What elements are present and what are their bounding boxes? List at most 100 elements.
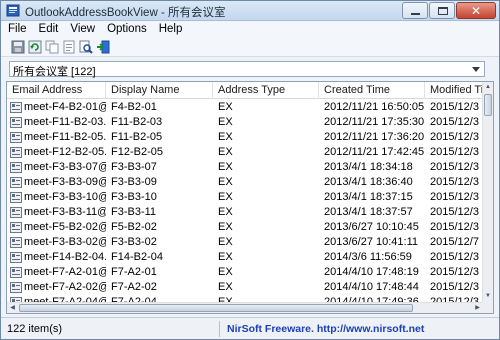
minimize-button[interactable] (402, 2, 428, 19)
table-row[interactable]: meet-F11-B2-03... F11-B2-03 EX 2012/11/21 1… (7, 115, 483, 130)
cell-address-type: EX (213, 220, 319, 235)
cell-address-type: EX (213, 190, 319, 205)
cell-address-type: EX (213, 145, 319, 160)
table-row[interactable]: meet-F3-B3-10@... F3-B3-10 EX 2013/4/1 18:3… (7, 190, 483, 205)
cell-text: EX (218, 101, 233, 113)
menu-help[interactable]: Help (152, 22, 188, 38)
cell-address-type: EX (213, 130, 319, 145)
vertical-scrollbar[interactable]: ▲ ▼ (482, 82, 493, 302)
table-row[interactable]: meet-F5-B2-02@... F5-B2-02 EX 2013/6/27 10:… (7, 220, 483, 235)
cell-modified-time: 2015/12/3 14:5 (425, 250, 483, 265)
cell-created-time: 2013/4/1 18:36:40 (319, 175, 425, 190)
contact-card-icon (10, 102, 22, 113)
cell-text: EX (218, 176, 233, 188)
column-header-display-name[interactable]: Display Name (106, 82, 213, 99)
table-header: Email Address Display Name Address Type … (7, 82, 483, 99)
vertical-scroll-thumb[interactable] (484, 94, 492, 116)
properties-icon[interactable] (61, 40, 77, 55)
cell-display-name: F3-B3-07 (106, 160, 213, 175)
cell-text: F11-B2-05 (111, 131, 163, 143)
cell-created-time: 2012/11/21 17:42:45 (319, 145, 425, 160)
refresh-icon[interactable] (27, 40, 43, 55)
cell-created-time: 2013/4/1 18:34:18 (319, 160, 425, 175)
table-row[interactable]: meet-F11-B2-05... F11-B2-05 EX 2012/11/21 1… (7, 130, 483, 145)
column-header-email[interactable]: Email Address (7, 82, 106, 99)
scrollbar-corner (482, 302, 493, 313)
horizontal-scroll-thumb[interactable] (19, 304, 413, 312)
cell-email: meet-F14-B2-04... (7, 250, 106, 265)
table-row[interactable]: meet-F3-B3-02@... F3-B3-02 EX 2013/6/27 10:… (7, 235, 483, 250)
cell-text: meet-F3-B3-07@... (24, 161, 106, 173)
cell-address-type: EX (213, 265, 319, 280)
table-row[interactable]: meet-F3-B3-07@... F3-B3-07 EX 2013/4/1 18:3… (7, 160, 483, 175)
table-row[interactable]: meet-F3-B3-11@... F3-B3-11 EX 2013/4/1 18:3… (7, 205, 483, 220)
table-row[interactable]: meet-F14-B2-04... F14-B2-04 EX 2014/3/6 11:… (7, 250, 483, 265)
address-book-app-icon (6, 4, 20, 17)
cell-text: 2015/12/3 14:5 (430, 161, 483, 173)
cell-text: EX (218, 206, 233, 218)
cell-email: meet-F3-B3-10@... (7, 190, 106, 205)
table-row[interactable]: meet-F3-B3-09@... F3-B3-09 EX 2013/4/1 18:3… (7, 175, 483, 190)
cell-text: 2015/12/3 14:5 (430, 191, 483, 203)
address-list-view[interactable]: Email Address Display Name Address Type … (6, 81, 494, 314)
column-header-modified-time[interactable]: Modified Tim (425, 82, 483, 99)
cell-text: F11-B2-03 (111, 116, 163, 128)
column-header-address-type[interactable]: Address Type (213, 82, 319, 99)
cell-text: EX (218, 266, 233, 278)
copy-icon[interactable] (44, 40, 60, 55)
menu-view[interactable]: View (63, 22, 100, 38)
maximize-button[interactable] (429, 2, 455, 19)
cell-text: 2013/6/27 10:41:11 (324, 236, 418, 248)
cell-address-type: EX (213, 100, 319, 115)
table-row[interactable]: meet-F12-B2-05... F12-B2-05 EX 2012/11/21 1… (7, 145, 483, 160)
cell-text: meet-F3-B3-02@... (24, 236, 106, 248)
address-book-selected-value: 所有会议室 [122] (13, 66, 96, 78)
cell-text: 2015/12/3 14:5 (430, 221, 483, 233)
scroll-left-icon[interactable]: ◀ (7, 303, 18, 313)
cell-display-name: F3-B3-02 (106, 235, 213, 250)
cell-text: F4-B2-01 (111, 101, 157, 113)
cell-email: meet-F5-B2-02@... (7, 220, 106, 235)
cell-text: F3-B3-11 (111, 206, 157, 218)
contact-card-icon (10, 252, 22, 263)
title-bar[interactable]: OutlookAddressBookView - 所有会议室 ✕ (1, 1, 499, 21)
find-icon[interactable] (78, 40, 94, 55)
scroll-down-icon[interactable]: ▼ (483, 291, 493, 302)
window-title: OutlookAddressBookView - 所有会议室 (25, 7, 226, 19)
cell-text: meet-F3-B3-10@... (24, 191, 106, 203)
menu-edit[interactable]: Edit (32, 22, 64, 38)
cell-address-type: EX (213, 280, 319, 295)
save-icon[interactable] (10, 40, 26, 55)
cell-text: meet-F14-B2-04... (24, 251, 106, 263)
contact-card-icon (10, 192, 22, 203)
menu-options[interactable]: Options (100, 22, 152, 38)
cell-display-name: F14-B2-04 (106, 250, 213, 265)
chevron-down-icon[interactable] (468, 62, 484, 76)
cell-email: meet-F3-B3-09@... (7, 175, 106, 190)
minimize-icon (411, 13, 420, 15)
address-book-dropdown[interactable]: 所有会议室 [122] (9, 61, 485, 78)
table-row[interactable]: meet-F7-A2-02@... F7-A2-02 EX 2014/4/10 17:… (7, 280, 483, 295)
window-controls: ✕ (401, 2, 496, 19)
horizontal-scrollbar[interactable]: ◀ ▶ (7, 302, 483, 313)
cell-text: meet-F7-A2-02@... (24, 281, 106, 293)
cell-email: meet-F12-B2-05... (7, 145, 106, 160)
cell-display-name: F5-B2-02 (106, 220, 213, 235)
column-header-created-time[interactable]: Created Time (319, 82, 425, 99)
cell-modified-time: 2015/12/3 14:5 (425, 175, 483, 190)
table-row[interactable]: meet-F4-B2-01@... F4-B2-01 EX 2012/11/21 16… (7, 100, 483, 115)
cell-created-time: 2013/4/1 18:37:57 (319, 205, 425, 220)
cell-text: EX (218, 146, 233, 158)
cell-email: meet-F7-A2-01@... (7, 265, 106, 280)
close-button[interactable]: ✕ (456, 2, 496, 19)
nirsoft-link[interactable]: NirSoft Freeware. http://www.nirsoft.net (227, 323, 424, 335)
status-bar: 122 item(s) NirSoft Freeware. http://www… (1, 317, 499, 339)
menu-file[interactable]: File (1, 22, 32, 38)
table-row[interactable]: meet-F7-A2-01@... F7-A2-01 EX 2014/4/10 17:… (7, 265, 483, 280)
cell-address-type: EX (213, 250, 319, 265)
cell-text: 2013/4/1 18:37:15 (324, 191, 413, 203)
exit-icon[interactable] (95, 40, 111, 55)
cell-text: EX (218, 236, 233, 248)
scroll-up-icon[interactable]: ▲ (483, 82, 493, 93)
cell-display-name: F3-B3-10 (106, 190, 213, 205)
